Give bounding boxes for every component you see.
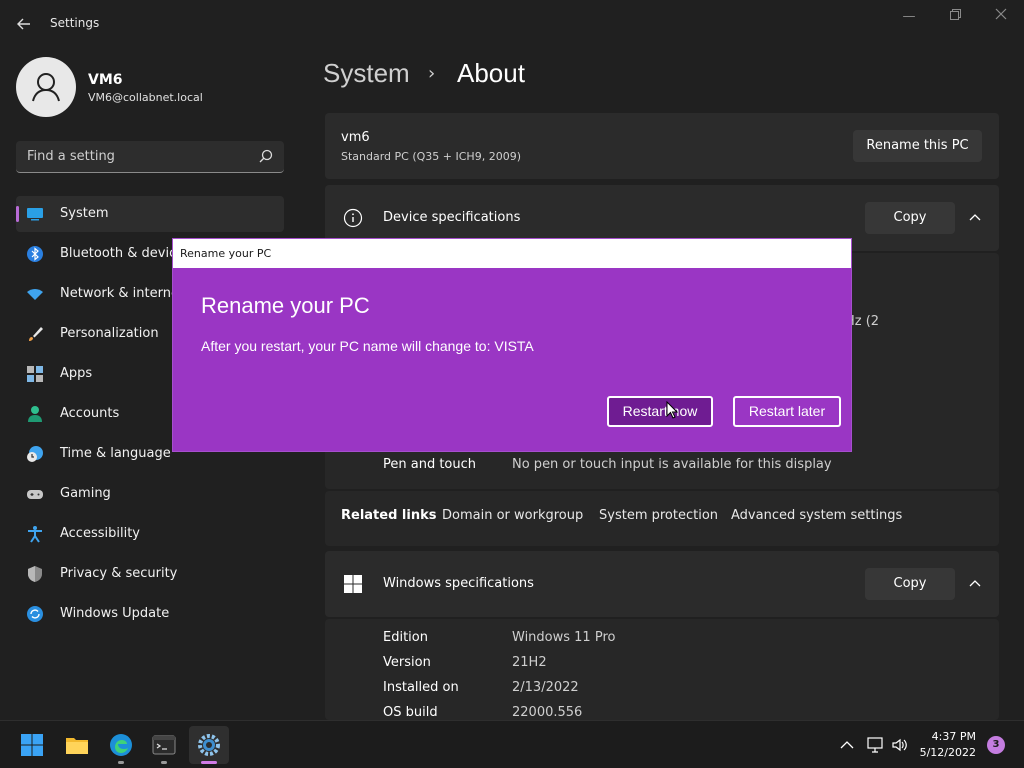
dialog-message: After you restart, your PC name will cha…: [201, 338, 534, 354]
user-name: VM6: [88, 72, 123, 88]
accessibility-icon: [28, 526, 42, 543]
notification-badge[interactable]: 3: [987, 736, 1005, 754]
restart-now-button[interactable]: Restart now: [607, 396, 713, 427]
pc-model: Standard PC (Q35 + ICH9, 2009): [341, 150, 521, 163]
bluetooth-icon: [27, 246, 43, 262]
sidebar-item-label: Privacy & security: [60, 566, 178, 581]
sidebar-item-label: System: [60, 206, 109, 221]
device-specs-title: Device specifications: [383, 210, 521, 225]
running-indicator: [161, 761, 167, 764]
windows-start-icon[interactable]: [20, 733, 44, 757]
spec-label: Pen and touch: [383, 457, 477, 472]
sidebar-item-label: Accounts: [60, 406, 120, 421]
maximize-button[interactable]: [932, 8, 978, 26]
taskbar: 4:37 PM 5/12/2022: [0, 720, 1024, 768]
copy-windows-specs-button[interactable]: Copy: [865, 568, 955, 600]
person-icon: [32, 73, 60, 102]
window-title: Settings: [50, 16, 100, 30]
sidebar-item-label: Network & internet: [60, 286, 185, 301]
sidebar-item-label: Windows Update: [60, 606, 170, 621]
settings-icon[interactable]: [197, 733, 221, 757]
sidebar-item-label: Personalization: [60, 326, 159, 341]
file-explorer-icon[interactable]: [65, 733, 89, 757]
spec-label: Version: [383, 655, 431, 670]
close-icon: [995, 8, 1007, 20]
rename-pc-button[interactable]: Rename this PC: [853, 130, 982, 162]
clock-globe-icon: [27, 446, 43, 462]
restore-icon: [949, 9, 961, 20]
spec-value: 21H2: [512, 655, 547, 670]
sidebar-item-label: Gaming: [60, 486, 111, 501]
restart-later-button[interactable]: Restart later: [733, 396, 841, 427]
network-icon[interactable]: [866, 736, 884, 754]
clock-time[interactable]: 4:37 PM: [932, 730, 976, 743]
spec-label: Edition: [383, 630, 428, 645]
arrow-left-icon: [17, 18, 30, 30]
selection-indicator: [16, 206, 19, 222]
link-system-protection[interactable]: System protection: [599, 508, 718, 523]
active-indicator: [201, 761, 217, 764]
windows-specs-title: Windows specifications: [383, 576, 534, 591]
shield-icon: [28, 566, 42, 582]
person-icon: [28, 406, 42, 422]
terminal-icon[interactable]: [152, 733, 176, 757]
sidebar-item-label: Accessibility: [60, 526, 140, 541]
sidebar-item-accessibility[interactable]: Accessibility: [16, 516, 284, 552]
apps-icon: [27, 366, 43, 382]
chevron-up-icon[interactable]: [969, 212, 981, 224]
pc-name-card: vm6 Standard PC (Q35 + ICH9, 2009) Renam…: [325, 113, 999, 179]
chevron-up-icon[interactable]: [969, 578, 981, 590]
sidebar-item-label: Apps: [60, 366, 93, 381]
chevron-right-icon: ›: [428, 63, 436, 84]
back-button[interactable]: [12, 12, 36, 36]
edge-icon[interactable]: [109, 733, 133, 757]
sidebar-item-label: Time & language: [60, 446, 171, 461]
clock-date[interactable]: 5/12/2022: [920, 746, 976, 759]
close-button[interactable]: [978, 8, 1024, 26]
sidebar-item-windows-update[interactable]: Windows Update: [16, 596, 284, 632]
chevron-up-icon[interactable]: [840, 738, 854, 752]
pc-name: vm6: [341, 130, 370, 145]
dialog-window-title: Rename your PC: [180, 247, 272, 260]
volume-icon[interactable]: [891, 736, 909, 754]
info-icon: [343, 208, 363, 228]
spec-label: OS build: [383, 705, 438, 720]
sidebar-item-privacy[interactable]: Privacy & security: [16, 556, 284, 592]
search-icon: [259, 149, 273, 163]
user-email: VM6@collabnet.local: [88, 91, 203, 104]
gamepad-icon: [27, 490, 43, 499]
spec-value: Windows 11 Pro: [512, 630, 616, 645]
sidebar-item-gaming[interactable]: Gaming: [16, 476, 284, 512]
mouse-cursor-icon: [666, 401, 678, 419]
link-domain-workgroup[interactable]: Domain or workgroup: [442, 508, 583, 523]
dialog-heading: Rename your PC: [201, 293, 370, 318]
windows-logo-icon: [344, 575, 362, 593]
page-title: About: [457, 58, 525, 88]
monitor-icon: [27, 208, 43, 221]
search-placeholder: Find a setting: [27, 149, 115, 164]
minimize-button[interactable]: —: [886, 8, 932, 26]
spec-value: 22000.556: [512, 705, 583, 720]
spec-label: Installed on: [383, 680, 459, 695]
brush-icon: [29, 327, 43, 341]
spec-value: 2/13/2022: [512, 680, 579, 695]
sidebar-item-system[interactable]: System: [16, 196, 284, 232]
windows-specs-body: Edition Windows 11 Pro Version 21H2 Inst…: [325, 619, 999, 720]
copy-device-specs-button[interactable]: Copy: [865, 202, 955, 234]
dialog-titlebar[interactable]: Rename your PC: [173, 239, 851, 268]
related-links-title: Related links: [341, 508, 437, 523]
update-icon: [27, 606, 43, 622]
search-input[interactable]: Find a setting: [16, 141, 284, 173]
avatar[interactable]: [16, 57, 76, 117]
running-indicator: [118, 761, 124, 764]
breadcrumb-parent[interactable]: System: [323, 58, 410, 89]
rename-pc-dialog: Rename your PC Rename your PC After you …: [172, 238, 852, 452]
wifi-icon: [27, 289, 43, 300]
related-links-bar: Related links Domain or workgroup System…: [325, 491, 999, 546]
spec-value: No pen or touch input is available for t…: [512, 457, 832, 472]
link-advanced-system-settings[interactable]: Advanced system settings: [731, 508, 902, 523]
windows-specs-header[interactable]: Windows specifications Copy: [325, 551, 999, 617]
